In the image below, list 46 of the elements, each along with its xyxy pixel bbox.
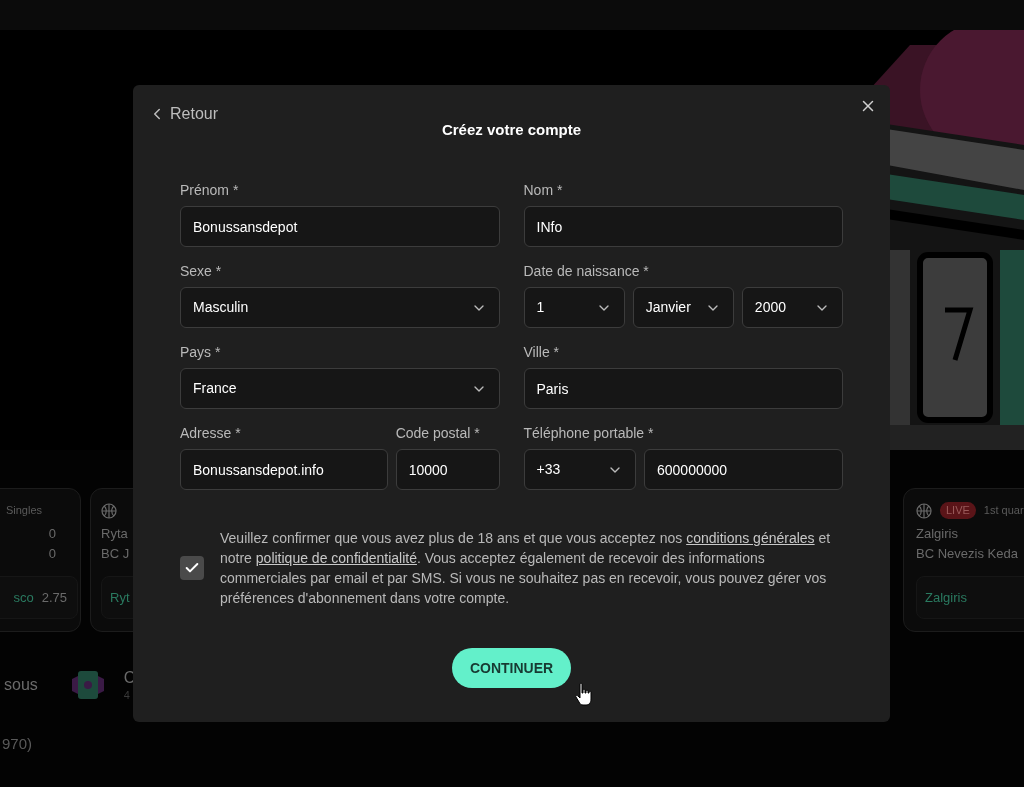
continue-button[interactable]: CONTINUER: [451, 648, 572, 688]
match-card[interactable]: Singles 0 0 sco 2.75: [0, 488, 81, 632]
input-field[interactable]: 10000: [395, 449, 500, 490]
dialog-title: Créez votre compte: [440, 120, 583, 140]
match-status: Singles: [5, 503, 42, 519]
team-name: BC J: [101, 545, 130, 564]
field-label: Pays *: [180, 343, 222, 361]
footer-text: 970): [2, 734, 34, 754]
consent-checkbox[interactable]: [180, 556, 204, 580]
field-label: Prénom *: [180, 181, 240, 199]
input-field[interactable]: Paris: [523, 368, 843, 409]
basketball-icon: [916, 502, 932, 519]
dropdown[interactable]: +33: [523, 449, 636, 490]
dropdown[interactable]: Janvier: [632, 287, 734, 328]
live-badge: LIVE: [940, 502, 976, 519]
match-card[interactable]: LIVE 1st quar Zalgiris BC Nevezis Keda Zalgiris: [903, 488, 1024, 632]
input-field[interactable]: Bonussansdepot.info: [180, 449, 388, 490]
field-label: Adresse *: [180, 424, 242, 442]
section-heading: sous: [4, 675, 38, 695]
dropdown[interactable]: France: [180, 368, 500, 409]
field-label: Sexe *: [180, 262, 223, 280]
team-name: Zalgiris: [916, 525, 958, 544]
score: 0: [48, 545, 56, 564]
dropdown[interactable]: 2000: [741, 287, 843, 328]
consent-text: Veuillez confirmer que vous avez plus de 18 ans et que vous acceptez nos conditions générales et notre politique de confidentialité. Vous acceptez également de recevoir des informations commerciales par email et par SMS. Si vous ne souhaitez pas en recevoir, vous pouvez gérer vos préférences d'abonnement dans votre compte.: [220, 529, 832, 608]
back-link[interactable]: Retour: [148, 102, 219, 126]
input-field[interactable]: Bonussansdepot: [180, 206, 500, 247]
input-field[interactable]: 600000000: [644, 449, 843, 490]
score: 0: [48, 525, 56, 544]
odds-button[interactable]: Zalgiris: [916, 576, 1024, 619]
terms-link[interactable]: politique de confidentialité: [255, 550, 417, 566]
input-field[interactable]: INfo: [523, 206, 843, 247]
field-label: Code postal *: [395, 424, 481, 442]
hand-cursor-icon: [575, 682, 593, 706]
odds-button[interactable]: sco 2.75: [0, 576, 78, 619]
field-label: Date de naissance *: [523, 262, 650, 280]
terms-link[interactable]: conditions générales: [686, 530, 815, 546]
match-status: 1st quar: [983, 503, 1024, 519]
team-name: BC Nevezis Keda: [916, 545, 1018, 564]
dropdown[interactable]: 1: [523, 287, 625, 328]
team-name: Ryta: [101, 525, 128, 544]
field-label: Téléphone portable *: [523, 424, 655, 442]
field-label: Nom *: [523, 181, 564, 199]
dropdown[interactable]: Masculin: [180, 287, 500, 328]
field-label: Ville *: [523, 343, 561, 361]
basketball-icon: [101, 502, 117, 519]
